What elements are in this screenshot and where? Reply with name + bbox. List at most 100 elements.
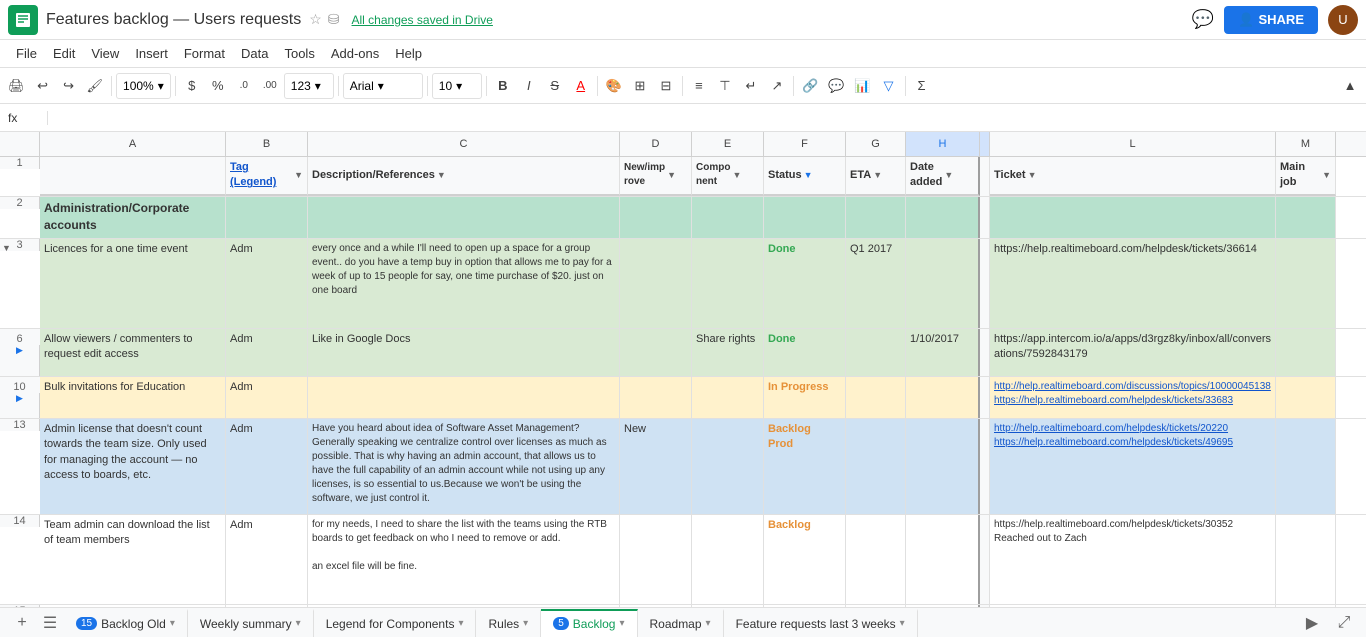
menu-tools[interactable]: Tools (276, 42, 322, 65)
percent-button[interactable]: % (206, 73, 230, 99)
cell-c1-text: Description/References (312, 168, 435, 183)
filter-icon-h[interactable]: ▼ (944, 169, 953, 182)
dec1-button[interactable]: .0 (232, 73, 256, 99)
tab-menu-weekly[interactable]: ▾ (296, 618, 301, 629)
collapse-icon-6[interactable]: ▶ (16, 345, 23, 356)
tab-menu-roadmap[interactable]: ▾ (706, 618, 711, 629)
font-dropdown[interactable]: Arial ▾ (343, 73, 423, 99)
filter-icon-g[interactable]: ▼ (873, 169, 882, 182)
link-button[interactable]: 🔗 (798, 73, 822, 99)
font-size-dropdown[interactable]: 10 ▾ (432, 73, 482, 99)
col-header-i[interactable] (980, 132, 990, 156)
functions-button[interactable]: Σ (910, 73, 934, 99)
format-dropdown[interactable]: 123 ▾ (284, 73, 334, 99)
menu-data[interactable]: Data (233, 42, 276, 65)
tab-menu-rules[interactable]: ▾ (523, 618, 528, 629)
undo-button[interactable]: ↩ (31, 73, 55, 99)
col-header-b[interactable]: B (226, 132, 308, 156)
row-num-15[interactable]: 15 (0, 605, 40, 607)
merge-button[interactable]: ⊟ (654, 73, 678, 99)
row-num-1[interactable]: 1 (0, 157, 40, 169)
comment-button[interactable]: 💬 (1192, 9, 1214, 30)
cell-l13-text[interactable]: http://help.realtimeboard.com/helpdesk/t… (994, 422, 1233, 450)
sheet-scroll[interactable]: A B C D E F G H L M 1 Tag (Legend) ▼ Des… (0, 132, 1366, 607)
zoom-dropdown[interactable]: 100% ▾ (116, 73, 171, 99)
menu-file[interactable]: File (8, 42, 45, 65)
sheet-list-button[interactable]: ☰ (36, 609, 64, 637)
wrap-button[interactable]: ↵ (739, 73, 763, 99)
star-icon[interactable]: ☆ (309, 11, 322, 28)
tab-menu-legend[interactable]: ▾ (458, 618, 463, 629)
cell-l10-text[interactable]: http://help.realtimeboard.com/discussion… (994, 380, 1271, 408)
italic-button[interactable]: I (517, 73, 541, 99)
col-header-a[interactable]: A (40, 132, 226, 156)
tab-feature-requests[interactable]: Feature requests last 3 weeks ▾ (724, 609, 918, 637)
col-header-e[interactable]: E (692, 132, 764, 156)
valign-button[interactable]: ⊤ (713, 73, 737, 99)
comment-insert-button[interactable]: 💬 (824, 73, 848, 99)
filter-icon-d[interactable]: ▼ (667, 169, 676, 182)
redo-button[interactable]: ↪ (57, 73, 81, 99)
row-num-2[interactable]: 2 (0, 197, 40, 209)
collapse-icon-10[interactable]: ▶ (16, 393, 23, 404)
tab-roadmap[interactable]: Roadmap ▾ (638, 609, 724, 637)
filter-icon-b[interactable]: ▼ (294, 169, 303, 182)
tab-weekly-summary[interactable]: Weekly summary ▾ (188, 609, 314, 637)
tab-backlog-old[interactable]: 15 Backlog Old ▾ (64, 609, 188, 637)
add-sheet-button[interactable]: + (8, 609, 36, 637)
share-button[interactable]: 👤 SHARE (1224, 6, 1318, 34)
filter-icon-f[interactable]: ▼ (804, 169, 813, 182)
col-header-f[interactable]: F (764, 132, 846, 156)
dec2-button[interactable]: .00 (258, 73, 282, 99)
bold-button[interactable]: B (491, 73, 515, 99)
chart-button[interactable]: 📊 (850, 73, 874, 99)
menu-edit[interactable]: Edit (45, 42, 83, 65)
filter-button[interactable]: ▽ (877, 73, 901, 99)
menu-addons[interactable]: Add-ons (323, 42, 387, 65)
cell-l3-text[interactable]: https://help.realtimeboard.com/helpdesk/… (994, 242, 1257, 257)
currency-button[interactable]: $ (180, 73, 204, 99)
col-header-g[interactable]: G (846, 132, 906, 156)
row-num-3[interactable]: 3 ▼ (0, 239, 40, 251)
col-header-l[interactable]: L (990, 132, 1276, 156)
scroll-tabs-right[interactable]: ▶ (1298, 609, 1326, 637)
row-num-6[interactable]: 6 (0, 329, 40, 345)
tab-menu-backlog-old[interactable]: ▾ (170, 618, 175, 629)
col-header-h[interactable]: H (906, 132, 980, 156)
rotate-button[interactable]: ↗ (765, 73, 789, 99)
font-color-button[interactable]: A (569, 73, 593, 99)
filter-icon-e[interactable]: ▼ (732, 169, 741, 182)
cell-l14-text[interactable]: https://help.realtimeboard.com/helpdesk/… (994, 518, 1233, 546)
expand-icon-3[interactable]: ▼ (2, 243, 37, 253)
tab-backlog[interactable]: 5 Backlog ▾ (541, 609, 637, 637)
filter-icon-l[interactable]: ▼ (1028, 169, 1037, 182)
col-header-d[interactable]: D (620, 132, 692, 156)
row-num-13[interactable]: 13 (0, 419, 40, 431)
tab-menu-backlog[interactable]: ▾ (619, 618, 624, 629)
strikethrough-button[interactable]: S (543, 73, 567, 99)
tab-menu-feature-requests[interactable]: ▾ (900, 618, 905, 629)
menu-view[interactable]: View (83, 42, 127, 65)
row-num-10[interactable]: 10 (0, 377, 40, 393)
tab-legend[interactable]: Legend for Components ▾ (314, 609, 477, 637)
col-header-m[interactable]: M (1276, 132, 1336, 156)
row-num-14[interactable]: 14 (0, 515, 40, 527)
user-avatar[interactable]: U (1328, 5, 1358, 35)
menu-format[interactable]: Format (176, 42, 233, 65)
filter-icon-c[interactable]: ▼ (437, 169, 446, 182)
tab-rules[interactable]: Rules ▾ (476, 609, 541, 637)
print-button[interactable]: 🖨 (4, 73, 29, 99)
menu-insert[interactable]: Insert (127, 42, 176, 65)
collapse-button[interactable]: ▲ (1338, 73, 1362, 99)
paint-format-button[interactable]: 🖌 (83, 73, 108, 99)
align-button[interactable]: ≡ (687, 73, 711, 99)
col-header-c[interactable]: C (308, 132, 620, 156)
cell-l6-text[interactable]: https://app.intercom.io/a/apps/d3rgz8ky/… (994, 332, 1271, 363)
expand-sheets-button[interactable]: ⤢ (1330, 609, 1358, 637)
fill-color-button[interactable]: 🎨 (602, 73, 626, 99)
filter-icon-m[interactable]: ▼ (1322, 169, 1331, 182)
cell-reference[interactable]: fx (8, 111, 48, 125)
folder-icon[interactable]: ⛁ (328, 11, 340, 28)
borders-button[interactable]: ⊞ (628, 73, 652, 99)
menu-help[interactable]: Help (387, 42, 430, 65)
